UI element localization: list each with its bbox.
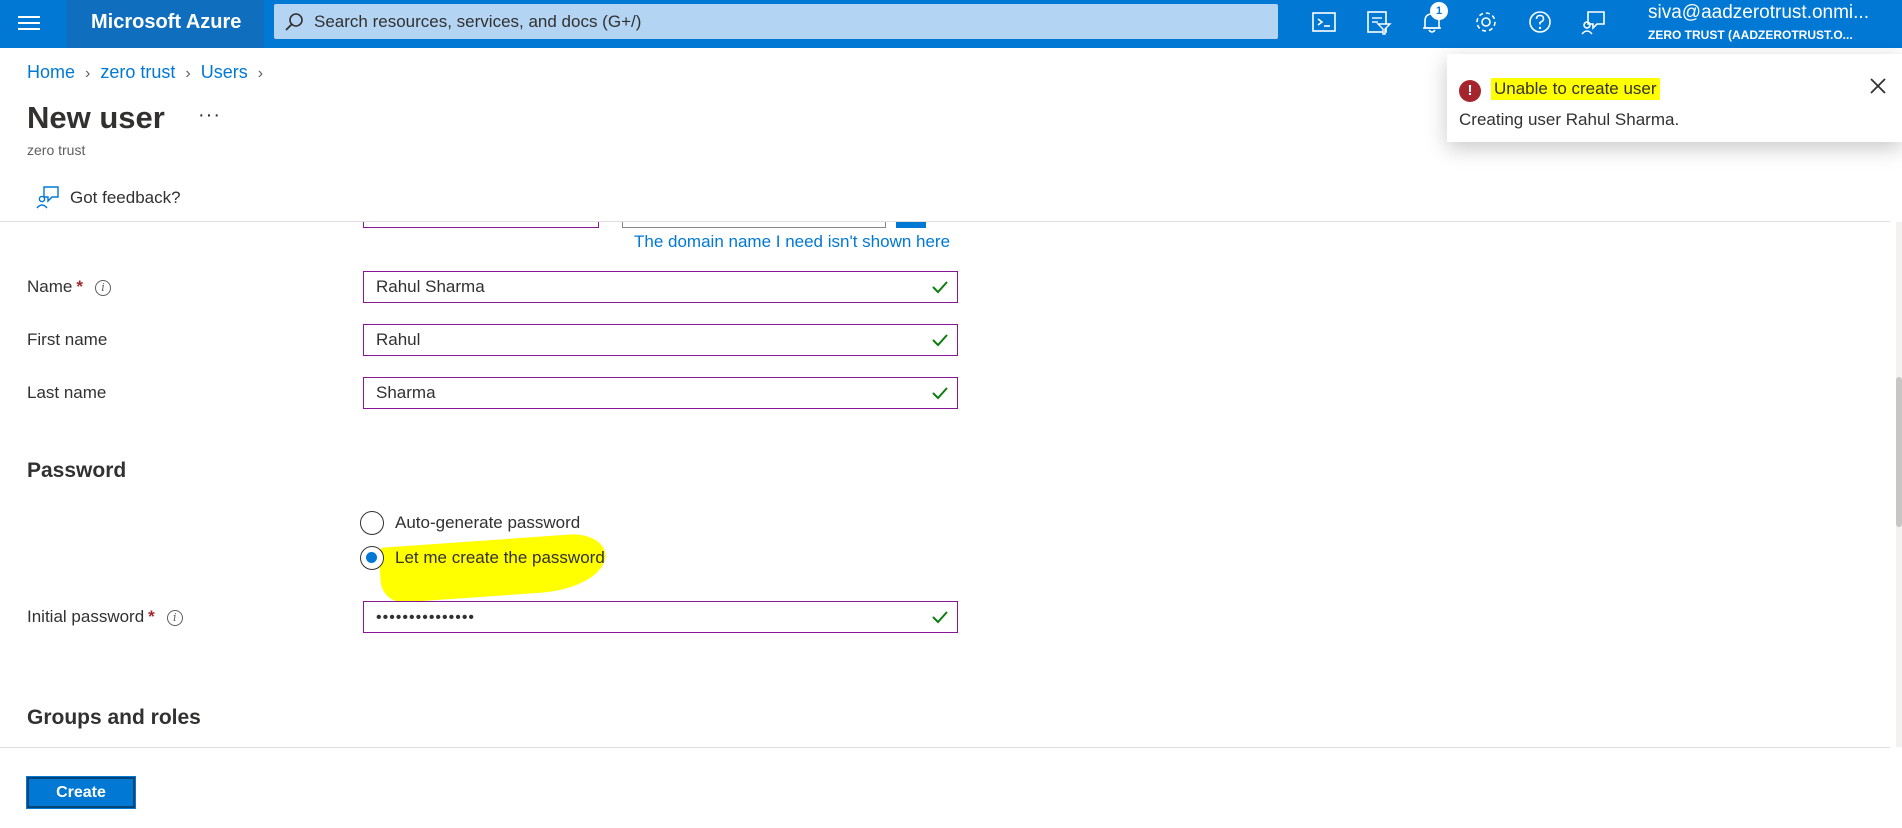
close-icon[interactable] (1868, 76, 1888, 96)
info-icon[interactable]: i (94, 280, 111, 296)
required-asterisk: * (148, 607, 155, 626)
page-subtitle: zero trust (27, 142, 86, 158)
radio-unselected-icon (360, 511, 384, 535)
error-notification-toast: ! Unable to create user Creating user Ra… (1447, 54, 1902, 142)
last-name-label: Last name (27, 383, 107, 402)
breadcrumb-home-link[interactable]: Home (27, 62, 75, 82)
chevron-right-icon: › (85, 65, 91, 82)
checkmark-icon (932, 334, 948, 347)
breadcrumb-users-link[interactable]: Users (201, 62, 248, 82)
breadcrumb: Home › zero trust › Users › (27, 62, 273, 83)
search-icon (285, 13, 303, 31)
footer-divider (0, 747, 1890, 748)
first-name-label: First name (27, 330, 108, 349)
name-input[interactable]: Rahul Sharma (363, 271, 958, 303)
error-icon: ! (1459, 80, 1481, 102)
help-icon[interactable] (1526, 8, 1558, 40)
first-name-input[interactable]: Rahul (363, 324, 958, 356)
toast-message: Creating user Rahul Sharma. (1459, 110, 1680, 129)
checkmark-icon (932, 611, 948, 624)
notification-count-badge: 1 (1430, 2, 1448, 20)
radio-selected-icon (360, 546, 384, 570)
toast-title: Unable to create user (1491, 78, 1660, 100)
initial-password-label: Initial password * i (27, 607, 183, 627)
initial-password-label-text: Initial password (27, 607, 145, 626)
breadcrumb-zero-trust-link[interactable]: zero trust (100, 62, 175, 82)
domain-select[interactable] (622, 222, 886, 228)
name-label-text: Name (27, 277, 73, 296)
cloud-shell-icon[interactable] (1310, 8, 1342, 40)
feedback-person-icon (36, 186, 59, 209)
name-label: Name * i (27, 277, 111, 297)
account-tenant: ZERO TRUST (AADZEROTRUST.O... (1648, 28, 1853, 42)
auto-generate-password-label: Auto-generate password (395, 513, 581, 532)
feedback-icon[interactable] (1580, 8, 1612, 40)
password-section-heading: Password (27, 459, 127, 482)
settings-gear-icon[interactable] (1472, 8, 1504, 40)
more-options-ellipsis-icon[interactable]: ··· (198, 104, 221, 127)
brand-logo[interactable]: Microsoft Azure (67, 0, 264, 48)
search-placeholder: Search resources, services, and docs (G+… (314, 12, 642, 31)
copy-button[interactable] (896, 222, 926, 228)
hamburger-menu-icon[interactable] (18, 12, 44, 36)
initial-password-value: ••••••••••••••• (376, 609, 476, 626)
chevron-right-icon: › (257, 65, 264, 82)
first-name-value: Rahul (376, 330, 421, 349)
create-button[interactable]: Create (26, 776, 136, 809)
last-name-value: Sharma (376, 383, 436, 402)
vertical-scrollbar[interactable] (1896, 222, 1902, 747)
last-name-input[interactable]: Sharma (363, 377, 958, 409)
search-input[interactable]: Search resources, services, and docs (G+… (274, 4, 1278, 39)
checkmark-icon (932, 281, 948, 294)
directory-filter-icon[interactable] (1364, 8, 1396, 40)
account-email: siva@aadzerotrust.onmi... (1648, 2, 1869, 23)
name-value: Rahul Sharma (376, 277, 485, 296)
groups-and-roles-heading: Groups and roles (27, 706, 201, 729)
highlight-marker (378, 532, 608, 604)
page-title: New user (27, 100, 165, 135)
got-feedback-label: Got feedback? (70, 188, 181, 207)
info-icon[interactable]: i (166, 610, 183, 626)
account-menu[interactable]: siva@aadzerotrust.onmi... ZERO TRUST (AA… (1648, 2, 1898, 44)
let-me-create-password-label: Let me create the password (395, 548, 605, 567)
top-bar: Microsoft Azure Search resources, servic… (0, 0, 1902, 48)
header-divider (0, 221, 1890, 222)
scrollbar-thumb[interactable] (1896, 377, 1902, 527)
user-principal-name-input[interactable] (363, 222, 599, 228)
domain-not-shown-link[interactable]: The domain name I need isn't shown here (634, 232, 950, 252)
initial-password-input[interactable]: ••••••••••••••• (363, 601, 958, 633)
checkmark-icon (932, 387, 948, 400)
required-asterisk: * (76, 277, 83, 296)
chevron-right-icon: › (185, 65, 191, 82)
